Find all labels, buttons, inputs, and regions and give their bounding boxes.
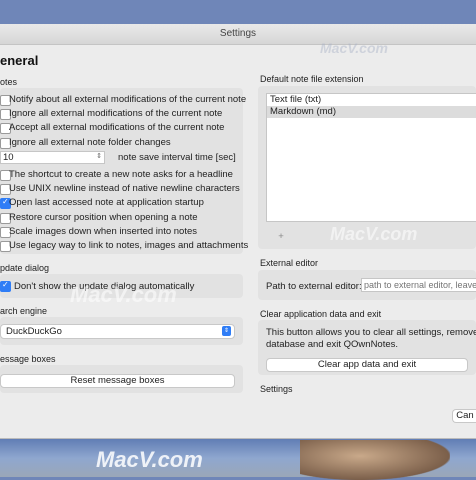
window-title: Settings (0, 24, 476, 45)
desktop-rock (300, 440, 450, 480)
option-label: The shortcut to create a new note asks f… (9, 169, 233, 180)
notes-section-label: otes (0, 77, 18, 87)
reset-message-boxes-button[interactable]: Reset message boxes (0, 374, 235, 388)
extension-list[interactable]: Text file (txt) Markdown (md) (266, 93, 476, 222)
clear-text-1: This button allows you to clear all sett… (266, 327, 476, 338)
extension-list-item[interactable]: Markdown (md) (267, 106, 476, 118)
editor-path-input[interactable] (361, 278, 476, 292)
extension-list-item[interactable]: Text file (txt) (267, 94, 476, 106)
search-engine-value: DuckDuckGo (6, 326, 62, 337)
interval-label: note save interval time [sec] (118, 152, 236, 163)
general-heading: eneral (0, 53, 39, 68)
clear-text-2: database and exit QOwnNotes. (266, 339, 399, 350)
search-engine-select[interactable]: DuckDuckGo ⇕ (0, 324, 235, 339)
option-label: Ignore all external modifications of the… (9, 108, 223, 120)
interval-value: 10 (3, 152, 14, 163)
cancel-button[interactable]: Can (452, 409, 476, 423)
update-label: Don't show the update dialog automatical… (14, 281, 195, 292)
update-checkbox[interactable] (0, 280, 11, 292)
option-label: Ignore all external note folder changes (9, 136, 171, 148)
stepper-icon[interactable]: ⇕ (96, 152, 102, 160)
message-boxes-label: essage boxes (0, 354, 56, 364)
clear-app-data-button[interactable]: Clear app data and exit (266, 358, 468, 372)
update-section-label: pdate dialog (0, 263, 50, 273)
extension-section-label: Default note file extension (260, 74, 364, 84)
editor-section-label: External editor (260, 258, 319, 268)
settings-section-label: Settings (260, 384, 293, 394)
option-label: Open last accessed note at application s… (9, 197, 204, 209)
option-label: Scale images down when inserted into not… (9, 225, 198, 237)
editor-field-label: Path to external editor: (266, 281, 362, 292)
search-section-label: arch engine (0, 306, 48, 316)
option-label: Use legacy way to link to notes, images … (9, 240, 249, 251)
chevron-updown-icon: ⇕ (222, 326, 231, 336)
option-label: Use UNIX newline instead of native newli… (9, 183, 240, 195)
interval-spinbox[interactable]: 10 ⇕ (0, 151, 105, 164)
option-label: Restore cursor position when opening a n… (9, 211, 198, 223)
option-label: Notify about all external modifications … (9, 94, 247, 105)
add-extension-button[interactable]: + (266, 231, 296, 242)
option-label: Accept all external modifications of the… (9, 122, 225, 134)
clear-section-label: Clear application data and exit (260, 309, 382, 319)
